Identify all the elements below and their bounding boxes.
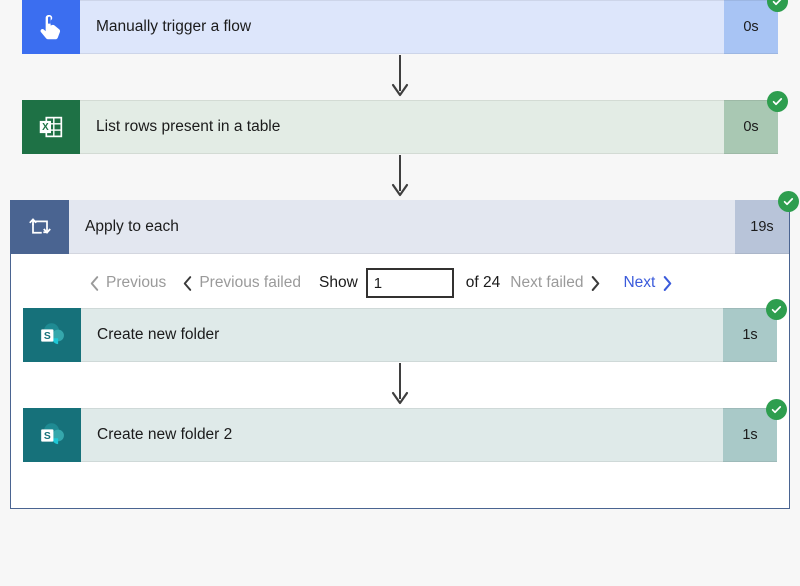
flow-step-trigger[interactable]: Manually trigger a flow 0s xyxy=(22,0,788,54)
show-label: Show xyxy=(318,274,358,291)
check-circle-icon xyxy=(778,191,799,212)
chevron-left-icon xyxy=(182,275,193,292)
action-card-title: List rows present in a table xyxy=(80,100,724,154)
page-total-label: of 24 xyxy=(465,274,501,291)
excel-icon: X xyxy=(22,100,80,154)
check-circle-icon xyxy=(767,91,788,112)
svg-text:S: S xyxy=(44,431,51,442)
action-card-trigger[interactable]: Manually trigger a flow 0s xyxy=(22,0,788,54)
action-card-create-new-folder[interactable]: S Create new folder 1s xyxy=(23,299,787,362)
connector-arrow-1 xyxy=(0,54,800,100)
sharepoint-icon: S xyxy=(23,308,81,362)
loop-repeat-icon xyxy=(11,200,69,254)
next-button[interactable]: Next xyxy=(623,274,673,292)
next-failed-button[interactable]: Next failed xyxy=(510,274,601,292)
flow-step-create-new-folder-2[interactable]: S Create new folder 2 1s xyxy=(23,399,787,462)
previous-label: Previous xyxy=(106,274,167,291)
action-card-title: Create new folder 2 xyxy=(81,408,723,462)
chevron-right-icon xyxy=(662,275,673,292)
previous-failed-button[interactable]: Previous failed xyxy=(182,274,301,292)
flow-step-create-new-folder[interactable]: S Create new folder 1s xyxy=(23,299,787,362)
apply-to-each-header[interactable]: Apply to each 19s xyxy=(11,191,799,254)
action-card-title: Apply to each xyxy=(69,200,735,254)
check-circle-icon xyxy=(766,299,787,320)
check-circle-icon xyxy=(766,399,787,420)
action-card-title: Create new folder xyxy=(81,308,723,362)
svg-text:S: S xyxy=(44,331,51,342)
tap-hand-icon xyxy=(22,0,80,54)
flow-step-list-rows[interactable]: X List rows present in a table 0s xyxy=(22,91,788,154)
loop-bottom-spacer xyxy=(11,462,789,508)
chevron-right-icon xyxy=(590,275,601,292)
chevron-left-icon xyxy=(89,275,100,292)
next-label: Next xyxy=(623,274,656,291)
previous-button[interactable]: Previous xyxy=(89,274,166,292)
connector-arrow-2 xyxy=(0,154,800,200)
loop-pagination: Previous Previous failed Show of 24 Next… xyxy=(11,254,789,308)
sharepoint-icon: S xyxy=(23,408,81,462)
action-card-apply-to-each[interactable]: Apply to each 19s xyxy=(11,191,799,254)
action-card-title: Manually trigger a flow xyxy=(80,0,724,54)
apply-to-each-container: Apply to each 19s Previous Previous fail… xyxy=(10,191,799,509)
connector-arrow-3 xyxy=(11,362,789,408)
action-card-list-rows[interactable]: X List rows present in a table 0s xyxy=(22,91,788,154)
previous-failed-label: Previous failed xyxy=(199,274,301,291)
page-number-input[interactable] xyxy=(365,268,454,298)
action-card-create-new-folder-2[interactable]: S Create new folder 2 1s xyxy=(23,399,787,462)
next-failed-label: Next failed xyxy=(510,274,584,291)
svg-text:X: X xyxy=(42,122,49,133)
